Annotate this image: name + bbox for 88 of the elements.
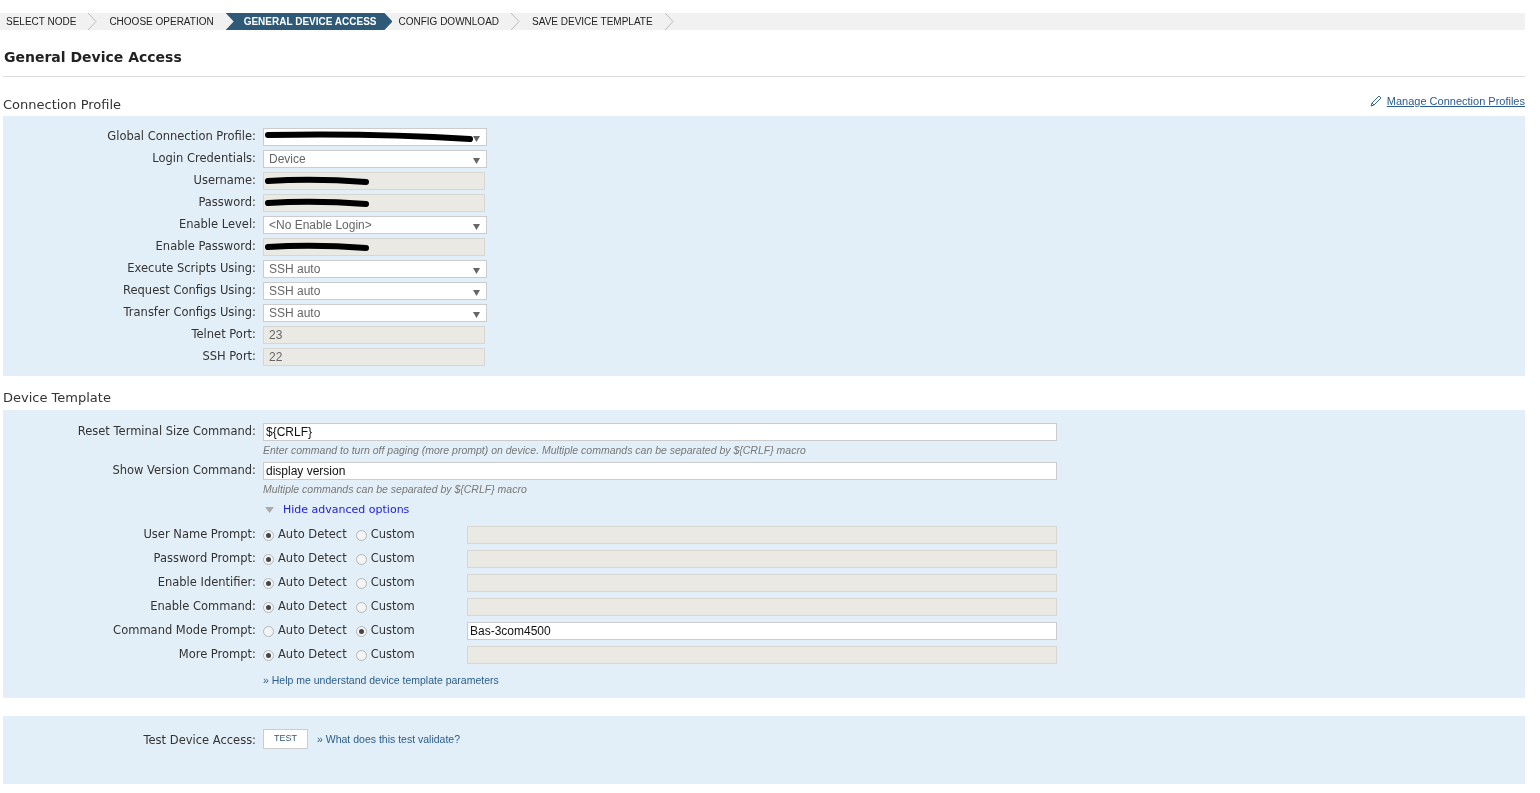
caret-icon	[473, 311, 480, 318]
field-label: Enable Password:	[154, 237, 256, 255]
wizard-step[interactable]: SAVE DEVICE TEMPLATE	[526, 13, 659, 30]
select-field[interactable]	[263, 127, 487, 146]
field-label: Username:	[192, 171, 256, 189]
caret-icon	[473, 223, 480, 230]
select-field[interactable]: SSH auto	[263, 303, 487, 322]
radio-label: Auto Detect	[278, 526, 347, 544]
section-heading: Connection Profile	[3, 96, 122, 114]
chevron-icon	[664, 13, 674, 30]
field-label: User Name Prompt:	[142, 526, 256, 544]
field-label: Login Credentials:	[151, 149, 256, 167]
wizard-step[interactable]: CONFIG DOWNLOAD	[392, 13, 506, 30]
field-label: Show Version Command:	[111, 462, 256, 480]
field-hint: Multiple commands can be separated by ${CRLF} macro	[263, 481, 528, 497]
section-heading: Device Template	[3, 388, 112, 407]
wizard-step[interactable]: CHOOSE OPERATION	[103, 13, 220, 30]
input-field[interactable]	[467, 598, 1057, 616]
field-label: Reset Terminal Size Command:	[76, 423, 256, 441]
field-label: Password Prompt:	[152, 550, 256, 568]
field-label: SSH Port:	[201, 347, 256, 365]
input-field[interactable]: Bas-3com4500	[467, 622, 1057, 640]
field-label: Transfer Configs Using:	[122, 303, 256, 321]
radio-label: Custom	[370, 646, 415, 664]
radio-button[interactable]	[263, 553, 274, 565]
field-label: Test Device Access:	[142, 731, 256, 749]
input-field[interactable]	[467, 646, 1057, 664]
input-field[interactable]: 23	[263, 325, 485, 344]
field-label: Command Mode Prompt:	[112, 622, 256, 640]
caret-icon	[473, 135, 480, 142]
radio-label: Custom	[370, 526, 415, 544]
radio-button[interactable]	[355, 529, 367, 541]
hide-advanced-link[interactable]: Hide advanced options	[283, 501, 410, 518]
radio-label: Custom	[370, 622, 415, 640]
select-field[interactable]: SSH auto	[263, 259, 487, 278]
radio-button[interactable]	[263, 601, 274, 613]
radio-label: Auto Detect	[278, 646, 347, 664]
input-field[interactable]: ${CRLF}	[263, 423, 1057, 441]
test-button[interactable]: TEST	[263, 728, 308, 749]
radio-label: Auto Detect	[278, 550, 347, 568]
input-field[interactable]	[467, 550, 1057, 568]
radio-label: Auto Detect	[278, 598, 347, 616]
chevron-icon	[511, 13, 521, 30]
field-label: Request Configs Using:	[122, 281, 256, 299]
radio-button[interactable]	[355, 649, 367, 661]
radio-button[interactable]	[355, 601, 367, 613]
select-field[interactable]: <No Enable Login>	[263, 215, 487, 234]
field-label: More Prompt:	[177, 646, 256, 664]
field-label: Enable Command:	[149, 598, 256, 616]
field-label: Enable Identifier:	[156, 574, 256, 592]
chevron-icon	[88, 13, 98, 30]
field-label: Password:	[197, 193, 256, 211]
page-title: General Device Access	[3, 48, 183, 67]
input-field[interactable]	[263, 237, 485, 256]
select-field[interactable]: SSH auto	[263, 281, 487, 300]
help-link[interactable]: » Help me understand device template parameters	[263, 673, 499, 689]
caret-icon	[473, 267, 480, 274]
field-label: Telnet Port:	[190, 325, 256, 343]
radio-button[interactable]	[263, 577, 274, 589]
radio-label: Custom	[370, 550, 415, 568]
radio-button[interactable]	[355, 553, 367, 565]
input-field[interactable]	[263, 193, 485, 212]
select-field[interactable]: Device	[263, 149, 487, 168]
radio-label: Custom	[370, 598, 415, 616]
input-field[interactable]: display version	[263, 461, 1057, 480]
field-label: Execute Scripts Using:	[126, 259, 256, 277]
input-field[interactable]	[467, 574, 1057, 592]
wizard-step[interactable]: SELECT NODE	[0, 13, 83, 30]
caret-icon	[473, 157, 480, 164]
input-field[interactable]	[263, 171, 485, 190]
manage-profiles-link[interactable]: Manage Connection Profiles	[1386, 93, 1525, 110]
test-info-link[interactable]: » What does this test validate?	[317, 731, 460, 748]
caret-icon	[473, 289, 480, 296]
wizard-step[interactable]: GENERAL DEVICE ACCESS	[225, 13, 393, 30]
radio-label: Auto Detect	[278, 622, 347, 640]
radio-button[interactable]	[263, 625, 274, 637]
pencil-icon	[1368, 94, 1383, 109]
field-hint: Enter command to turn off paging (more prompt) on device. Multiple commands can be separated by ${CRLF} macro	[263, 443, 807, 458]
input-field[interactable]	[467, 526, 1057, 544]
radio-button[interactable]	[263, 649, 274, 661]
radio-label: Custom	[370, 574, 415, 592]
input-field[interactable]: 22	[263, 347, 485, 366]
field-label: Enable Level:	[177, 215, 256, 233]
radio-button[interactable]	[355, 625, 367, 637]
radio-button[interactable]	[263, 529, 274, 541]
field-label: Global Connection Profile:	[106, 127, 256, 145]
radio-button[interactable]	[355, 577, 367, 589]
radio-label: Auto Detect	[278, 574, 347, 592]
